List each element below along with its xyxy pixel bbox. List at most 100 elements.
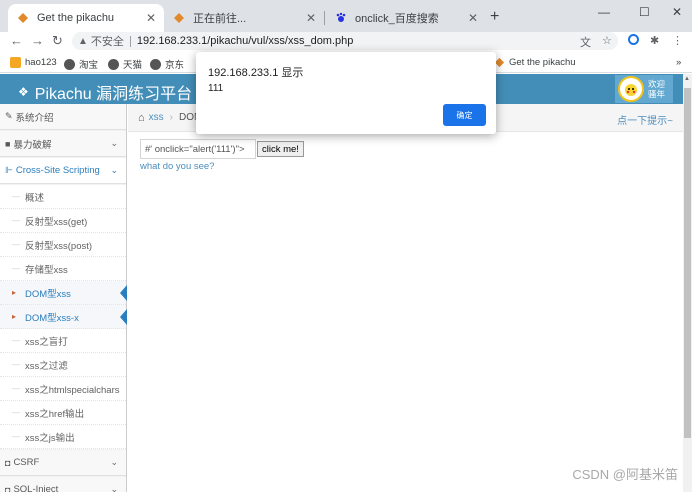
sidebar-subitem-overview[interactable]: — 概述 xyxy=(0,185,126,209)
bookmarks-overflow-button[interactable]: » xyxy=(676,57,681,68)
sidebar-subitem-label: xss之过滤 xyxy=(25,360,68,372)
address-bar[interactable]: ▲ 不安全 192.168.233.1/pikachu/vul/xss/xss_… xyxy=(72,32,618,50)
xss-text-input[interactable] xyxy=(140,139,256,159)
dialog-title: 192.168.233.1 显示 xyxy=(208,67,304,79)
dash-icon: — xyxy=(12,240,20,249)
breadcrumb-link-xss[interactable]: xss xyxy=(149,112,164,123)
dash-icon: — xyxy=(12,360,20,369)
url-text[interactable]: 192.168.233.1/pikachu/vul/xss/xss_dom.ph… xyxy=(137,35,353,47)
sidebar-subitem-stored[interactable]: — 存储型xss xyxy=(0,257,126,281)
user-menu[interactable]: 欢迎 骚年 xyxy=(615,75,673,103)
sidebar-subitem-label: DOM型xss-x xyxy=(25,312,79,324)
dash-icon: — xyxy=(12,408,20,417)
dialog-ok-button[interactable]: 确定 xyxy=(443,104,486,126)
click-me-button[interactable]: click me! xyxy=(257,141,304,157)
caret-right-icon: ▸ xyxy=(12,288,17,297)
sidebar-item-label: Cross-Site Scripting xyxy=(15,165,100,176)
welcome-line-1: 欢迎 xyxy=(648,79,666,89)
sidebar-subitem-filter[interactable]: — xss之过滤 xyxy=(0,353,126,377)
bookmark-label: 京东 xyxy=(165,60,185,71)
tab-close-icon[interactable]: ✕ xyxy=(468,11,478,25)
sidebar-subitem-label: 反射型xss(get) xyxy=(25,216,88,228)
sidebar-item-label: CSRF xyxy=(13,457,40,468)
sitemap-icon: ⊩ xyxy=(5,165,13,175)
puzzle-extensions-icon[interactable]: ✱ xyxy=(650,34,659,47)
sidebar-subitem-label: DOM型xss xyxy=(25,288,71,300)
sidebar-subitem-label: 存储型xss xyxy=(25,264,68,276)
chevron-down-icon: ⌄ xyxy=(110,138,118,148)
sidebar-item-csrf[interactable]: ◘ CSRF ⌄ xyxy=(0,450,126,476)
sidebar-item-bruteforce[interactable]: ■ 暴力破解 ⌄ xyxy=(0,131,126,157)
baidu-paw-icon xyxy=(334,11,348,25)
main-content: click me! what do you see? xyxy=(128,133,683,492)
breadcrumb-separator-icon: › xyxy=(169,112,173,123)
bookmark-get-the-pikachu[interactable]: Get the pikachu xyxy=(494,57,576,68)
warning-triangle-icon: ▲ xyxy=(78,35,88,47)
tab-separator xyxy=(324,11,325,25)
dash-icon: — xyxy=(12,384,20,393)
dash-icon: — xyxy=(12,216,20,225)
dash-icon: — xyxy=(12,432,20,441)
globe-icon xyxy=(108,58,119,70)
sidebar-subitem-label: xss之js输出 xyxy=(25,432,75,444)
dash-icon: — xyxy=(12,192,20,201)
page-scrollbar[interactable]: ▲ xyxy=(683,74,692,492)
dom-output-link[interactable]: what do you see? xyxy=(140,161,214,172)
sidebar-subitem-label: 反射型xss(post) xyxy=(25,240,93,252)
minimize-button[interactable]: — xyxy=(598,5,610,19)
bookmark-jd[interactable]: 京东 xyxy=(150,57,184,71)
sidebar-subitem-dom-x[interactable]: ▸ DOM型xss-x xyxy=(0,305,127,329)
browser-toolbar: ← → ↻ ▲ 不安全 192.168.233.1/pikachu/vul/xs… xyxy=(0,32,692,52)
bookmark-label: hao123 xyxy=(25,57,57,68)
tab-close-icon[interactable]: ✕ xyxy=(306,11,316,25)
forward-arrow-icon[interactable]: → xyxy=(31,33,44,48)
sidebar-subitem-dom[interactable]: ▸ DOM型xss xyxy=(0,281,127,305)
welcome-line-2: 骚年 xyxy=(648,89,666,99)
tab-get-the-pikachu[interactable]: Get the pikachu ✕ xyxy=(8,4,164,32)
brand[interactable]: ❖ Pikachu 漏洞练习平台 pika xyxy=(18,80,226,104)
tips-link[interactable]: 点一下提示~ xyxy=(617,112,673,127)
dash-icon: — xyxy=(12,264,20,273)
bookmark-label: 天猫 xyxy=(123,60,143,71)
caret-right-icon: ▸ xyxy=(12,312,17,321)
sidebar-subitem-js-output[interactable]: — xss之js输出 xyxy=(0,425,126,449)
chevron-down-icon: ⌄ xyxy=(110,165,118,175)
extension-circle-icon[interactable] xyxy=(628,34,639,48)
sidebar-item-intro[interactable]: ✎ 系统介绍 xyxy=(0,104,126,130)
sidebar-subitem-htmlspecialchars[interactable]: — xss之htmlspecialchars xyxy=(0,377,126,401)
bookmark-tmall[interactable]: 天猫 xyxy=(108,57,142,71)
sidebar: ✎ 系统介绍 ■ 暴力破解 ⌄ ⊩ Cross-Site Scripting ⌄… xyxy=(0,104,127,492)
tab-close-icon[interactable]: ✕ xyxy=(146,11,156,25)
bookmark-label: 淘宝 xyxy=(79,60,99,71)
scrollbar-thumb[interactable] xyxy=(684,88,691,438)
sidebar-subitem-blind[interactable]: — xss之盲打 xyxy=(0,329,126,353)
sidebar-subitem-label: xss之盲打 xyxy=(25,336,68,348)
sidebar-subitem-reflected-post[interactable]: — 反射型xss(post) xyxy=(0,233,126,257)
pikachu-avatar xyxy=(618,76,644,102)
sidebar-subitem-label: xss之href输出 xyxy=(25,408,85,420)
chevron-down-icon: ⌄ xyxy=(110,484,118,492)
reload-icon[interactable]: ↻ xyxy=(52,33,63,49)
tab-baidu-search[interactable]: onclick_百度搜索 ✕ xyxy=(326,4,486,32)
sidebar-subitem-reflected-get[interactable]: — 反射型xss(get) xyxy=(0,209,126,233)
sidebar-item-xss[interactable]: ⊩ Cross-Site Scripting ⌄ xyxy=(0,158,126,184)
close-window-button[interactable]: ✕ xyxy=(672,5,682,19)
menu-dots-icon[interactable]: ⋮ xyxy=(672,34,683,47)
back-arrow-icon[interactable]: ← xyxy=(10,33,23,48)
bookmark-taobao[interactable]: 淘宝 xyxy=(64,57,98,71)
sidebar-subitem-href-output[interactable]: — xss之href输出 xyxy=(0,401,126,425)
maximize-button[interactable]: ☐ xyxy=(639,5,650,19)
bookmark-hao123[interactable]: hao123 xyxy=(10,57,57,68)
leaf-icon: ❖ xyxy=(18,85,29,99)
home-icon[interactable]: ⌂ xyxy=(138,112,145,124)
csdn-watermark: CSDN @阿基米笛 xyxy=(572,467,678,482)
scroll-up-arrow-icon[interactable]: ▲ xyxy=(684,76,690,82)
translate-icon[interactable]: 文 xyxy=(580,34,591,50)
dash-icon: — xyxy=(12,336,20,345)
new-tab-button[interactable]: + xyxy=(490,8,499,26)
tab-loading[interactable]: 正在前往... ✕ xyxy=(164,4,324,32)
sidebar-item-sql-inject[interactable]: ◘ SQL-Inject ⌄ xyxy=(0,477,126,492)
bookmark-star-icon[interactable]: ☆ xyxy=(602,34,612,47)
sidebar-subitem-label: 概述 xyxy=(25,192,45,204)
pikachu-favicon-icon xyxy=(172,11,186,25)
